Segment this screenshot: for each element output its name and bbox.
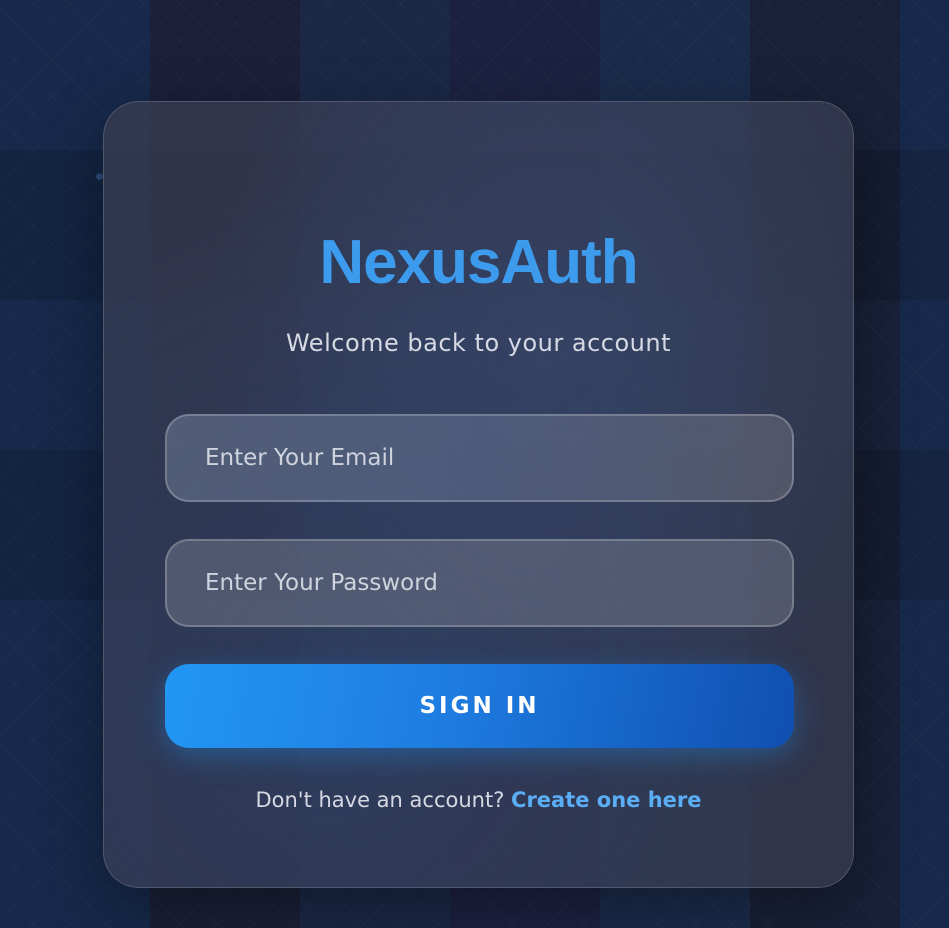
email-field[interactable] — [165, 414, 794, 502]
welcome-subtitle: Welcome back to your account — [285, 329, 671, 357]
signup-prompt: Don't have an account? Create one here — [104, 788, 853, 812]
brand-logo: NexusAuth — [319, 228, 638, 297]
background-dot — [96, 173, 103, 180]
password-field[interactable] — [165, 539, 794, 627]
create-account-link[interactable]: Create one here — [511, 788, 702, 812]
login-card: NexusAuth Welcome back to your account S… — [103, 101, 854, 888]
sign-in-button[interactable]: SIGN IN — [165, 664, 794, 748]
signup-prompt-text: Don't have an account? — [255, 788, 505, 812]
